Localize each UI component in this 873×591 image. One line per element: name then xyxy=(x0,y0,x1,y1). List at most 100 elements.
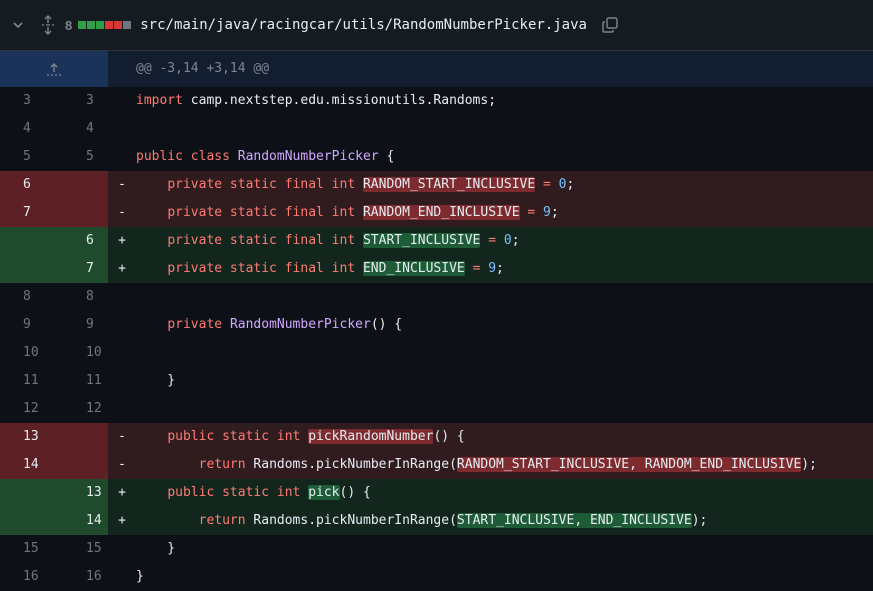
copy-icon[interactable] xyxy=(601,16,619,34)
chevron-down-icon[interactable] xyxy=(11,18,25,32)
code-line: private static final int START_INCLUSIVE… xyxy=(136,227,520,255)
code-token: private static final int xyxy=(167,233,356,248)
old-line-number[interactable]: 11 xyxy=(0,367,54,395)
code-token: RandomNumberPicker xyxy=(229,317,371,332)
code-token: public static int xyxy=(167,429,301,444)
code-token: RandomNumberPicker xyxy=(237,149,379,164)
new-line-number[interactable]: 5 xyxy=(54,143,108,171)
diffstat-square xyxy=(87,21,96,29)
diffstat xyxy=(78,21,132,29)
code-token: RANDOM_END_INCLUSIVE xyxy=(362,205,520,220)
old-line-number[interactable]: 10 xyxy=(0,339,54,367)
diff-line: 7 - private static final int RANDOM_END_I… xyxy=(0,199,873,227)
old-line-number[interactable]: 13 xyxy=(0,423,54,451)
old-line-number[interactable]: 3 xyxy=(0,87,54,115)
diff-marker: + xyxy=(118,485,126,500)
new-line-number[interactable] xyxy=(54,423,108,451)
new-line-number[interactable] xyxy=(54,199,108,227)
old-line-number[interactable]: 7 xyxy=(0,199,54,227)
new-line-number[interactable]: 11 xyxy=(54,367,108,395)
old-line-number[interactable]: 8 xyxy=(0,283,54,311)
code-token: RANDOM_START_INCLUSIVE, RANDOM_END_INCLU… xyxy=(456,457,802,472)
old-line-number[interactable]: 4 xyxy=(0,115,54,143)
code-token: { xyxy=(378,149,395,164)
new-line-number[interactable]: 15 xyxy=(54,535,108,563)
diff-marker: - xyxy=(118,429,126,444)
old-line-number[interactable] xyxy=(0,479,54,507)
diff-line: 13 + public static int pick() { xyxy=(0,479,873,507)
code-token: private static final int xyxy=(167,177,356,192)
code-token: () { xyxy=(433,429,465,444)
new-line-number[interactable]: 4 xyxy=(54,115,108,143)
code-token: public static int xyxy=(167,485,301,500)
expand-up-button[interactable] xyxy=(0,51,108,87)
old-line-number[interactable]: 9 xyxy=(0,311,54,339)
new-line-number[interactable]: 16 xyxy=(54,563,108,591)
diff-line: 6 + private static final int START_INCLUS… xyxy=(0,227,873,255)
code-token: 9 xyxy=(488,261,497,276)
new-line-number[interactable] xyxy=(54,171,108,199)
code-token: ; xyxy=(566,177,575,192)
diff-line: 11 11 } xyxy=(0,367,873,395)
code-token: pick xyxy=(308,485,340,500)
new-line-number[interactable]: 13 xyxy=(54,479,108,507)
diff-marker: + xyxy=(118,513,126,528)
diff-marker xyxy=(108,87,136,115)
old-line-number[interactable]: 16 xyxy=(0,563,54,591)
code-line: private static final int END_INCLUSIVE =… xyxy=(136,255,504,283)
new-line-number[interactable]: 8 xyxy=(54,283,108,311)
code-token: private static final int xyxy=(167,261,356,276)
diff-line: 14 + return Randoms.pickNumberInRange(STA… xyxy=(0,507,873,535)
old-line-number[interactable]: 5 xyxy=(0,143,54,171)
code-token: return xyxy=(198,513,246,528)
new-line-number[interactable]: 10 xyxy=(54,339,108,367)
diff-line: 12 12 xyxy=(0,395,873,423)
diff-line: 13 - public static int pickRandomNumber()… xyxy=(0,423,873,451)
new-line-number[interactable]: 14 xyxy=(54,507,108,535)
old-line-number[interactable]: 15 xyxy=(0,535,54,563)
code-token: () { xyxy=(339,485,371,500)
code-line: public static int pick() { xyxy=(136,479,371,507)
diff-line: 3 3 import camp.nextstep.edu.missionutils.… xyxy=(0,87,873,115)
diff-marker xyxy=(108,535,136,563)
diffstat-square xyxy=(96,21,105,29)
diff-line: 99 private RandomNumberPicker() { xyxy=(0,311,873,339)
new-line-number[interactable]: 7 xyxy=(54,255,108,283)
code-token: END_INCLUSIVE xyxy=(362,261,465,276)
new-line-number[interactable]: 3 xyxy=(54,87,108,115)
new-line-number[interactable]: 12 xyxy=(54,395,108,423)
hunk-range: @@ -3,14 +3,14 @@ xyxy=(136,61,270,76)
new-line-number[interactable] xyxy=(54,451,108,479)
code-token: = xyxy=(543,177,551,192)
code-token: = xyxy=(488,233,497,248)
expand-all-icon[interactable] xyxy=(39,15,57,35)
code-line: return Randoms.pickNumberInRange(RANDOM_… xyxy=(136,451,817,479)
new-line-number[interactable]: 6 xyxy=(54,227,108,255)
old-line-number[interactable] xyxy=(0,507,54,535)
old-line-number[interactable] xyxy=(0,227,54,255)
diff-marker xyxy=(108,143,136,171)
code-token: camp.nextstep.edu.missionutils.Randoms; xyxy=(182,93,497,108)
code-token: } xyxy=(136,541,176,556)
diff-marker: + xyxy=(118,233,126,248)
old-line-number[interactable] xyxy=(0,255,54,283)
expand-up-icon xyxy=(47,63,61,76)
code-line: public static int pickRandomNumber() { xyxy=(136,423,465,451)
old-line-number[interactable]: 12 xyxy=(0,395,54,423)
code-token: START_INCLUSIVE, END_INCLUSIVE xyxy=(456,513,692,528)
old-line-number[interactable]: 14 xyxy=(0,451,54,479)
old-line-number[interactable]: 6 xyxy=(0,171,54,199)
file-path[interactable]: src/main/java/racingcar/utils/RandomNumb… xyxy=(140,17,587,33)
new-line-number[interactable]: 9 xyxy=(54,311,108,339)
diff-line: 16 16} xyxy=(0,563,873,591)
code-line: } xyxy=(136,367,175,395)
